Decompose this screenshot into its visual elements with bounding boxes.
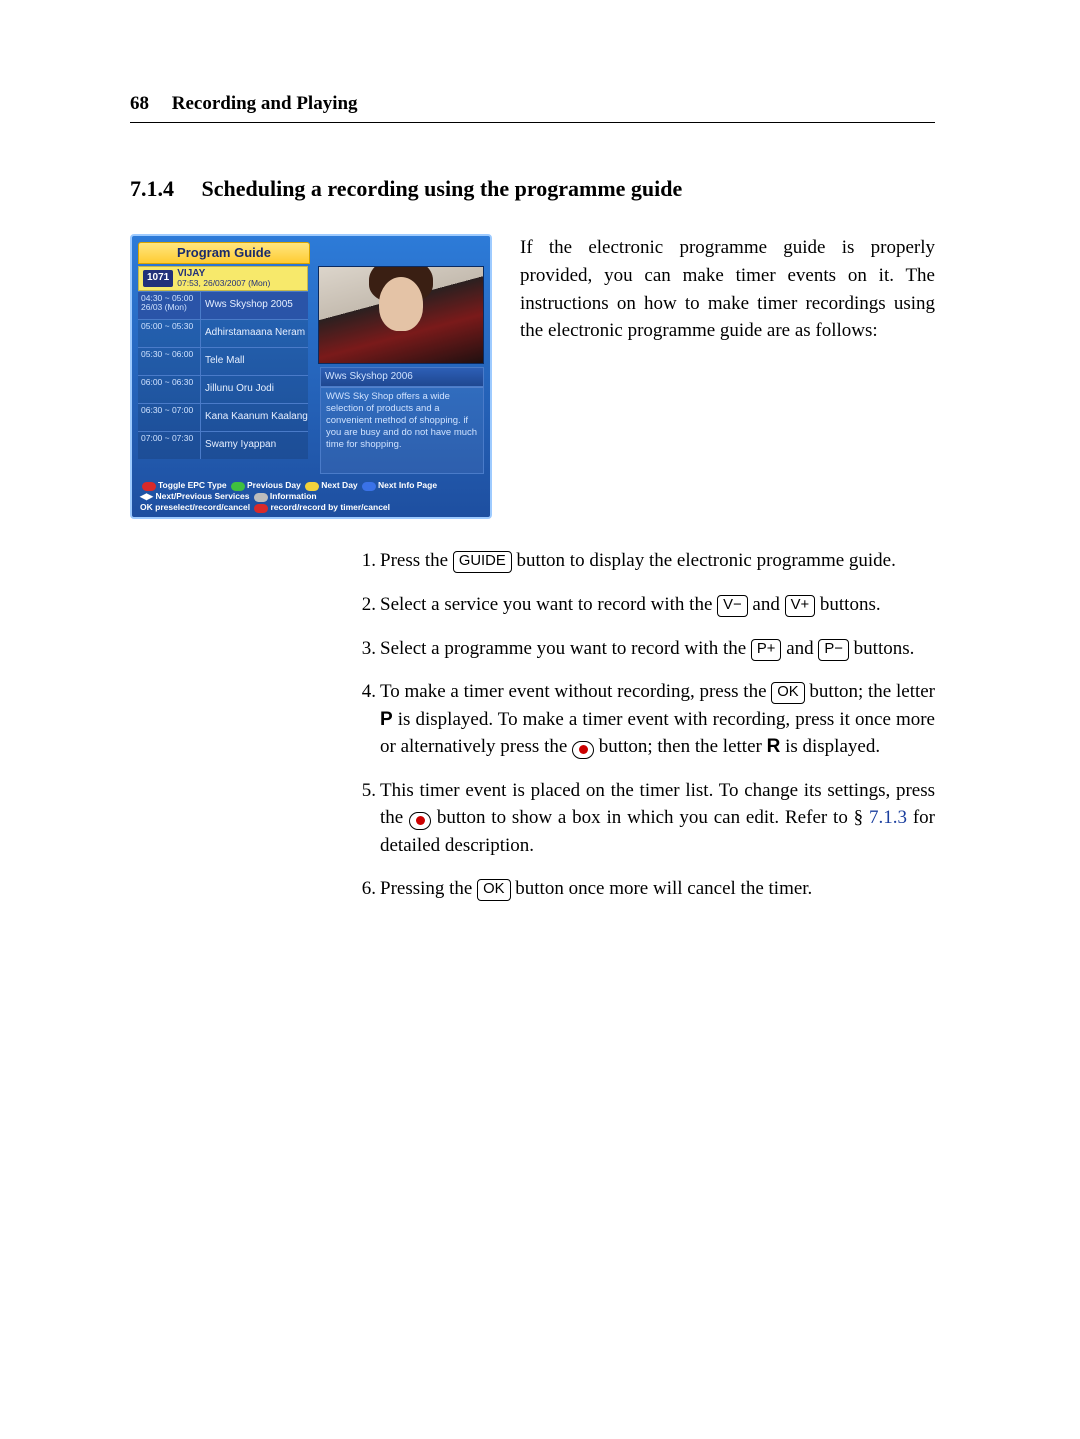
letter-r: R — [767, 736, 781, 757]
epg-preview-image — [318, 266, 484, 364]
ok-key: OK — [771, 682, 804, 704]
step-2: Select a service you want to record with… — [380, 591, 935, 619]
record-button-icon — [409, 812, 431, 830]
v-plus-key: V+ — [785, 595, 816, 617]
v-minus-key: V− — [717, 595, 748, 617]
instruction-list: Press the GUIDE button to display the el… — [130, 547, 935, 902]
epg-row: 04:30 ~ 05:00 26/03 (Mon) Wws Skyshop 20… — [138, 291, 308, 319]
epg-programme-list: 04:30 ~ 05:00 26/03 (Mon) Wws Skyshop 20… — [138, 291, 308, 459]
running-header: 68 Recording and Playing — [130, 90, 935, 123]
step-6: Pressing the OK button once more will ca… — [380, 875, 935, 903]
epg-channel-row: 1071 VIJAY 07:53, 26/03/2007 (Mon) — [138, 266, 308, 291]
epg-title: Program Guide — [138, 242, 310, 264]
page-number: 68 — [130, 93, 149, 114]
epg-preview-caption: Wws Skyshop 2006 — [320, 367, 484, 388]
step-5: This timer event is placed on the timer … — [380, 777, 935, 860]
epg-channel-number: 1071 — [143, 270, 173, 287]
epg-row: 05:30 ~ 06:00 Tele Mall — [138, 347, 308, 375]
epg-screenshot: Program Guide 1071 VIJAY 07:53, 26/03/20… — [130, 234, 492, 519]
crossref-link[interactable]: 7.1.3 — [869, 807, 907, 828]
ok-key: OK — [477, 879, 510, 901]
epg-channel-datetime: 07:53, 26/03/2007 (Mon) — [177, 279, 270, 288]
intro-paragraph: If the electronic programme guide is pro… — [520, 234, 935, 344]
step-1: Press the GUIDE button to display the el… — [380, 547, 935, 575]
epg-preview-description: WWS Sky Shop offers a wide selection of … — [320, 386, 484, 474]
letter-p: P — [380, 709, 393, 730]
section-title: Scheduling a recording using the program… — [202, 176, 683, 201]
epg-row: 05:00 ~ 05:30 Adhirstamaana Neram — [138, 319, 308, 347]
epg-legend: Toggle EPC Type Previous Day Next Day Ne… — [140, 480, 482, 513]
section-heading: 7.1.4 Scheduling a recording using the p… — [130, 173, 935, 205]
record-button-icon — [572, 741, 594, 759]
guide-key: GUIDE — [453, 551, 512, 573]
epg-row: 06:00 ~ 06:30 Jillunu Oru Jodi — [138, 375, 308, 403]
step-4: To make a timer event without recording,… — [380, 678, 935, 761]
chapter-title: Recording and Playing — [172, 93, 358, 114]
p-minus-key: P− — [818, 639, 849, 661]
step-3: Select a programme you want to record wi… — [380, 635, 935, 663]
section-number: 7.1.4 — [130, 176, 174, 201]
epg-row: 06:30 ~ 07:00 Kana Kaanum Kaalangal — [138, 403, 308, 431]
p-plus-key: P+ — [751, 639, 782, 661]
epg-row: 07:00 ~ 07:30 Swamy Iyappan — [138, 431, 308, 459]
